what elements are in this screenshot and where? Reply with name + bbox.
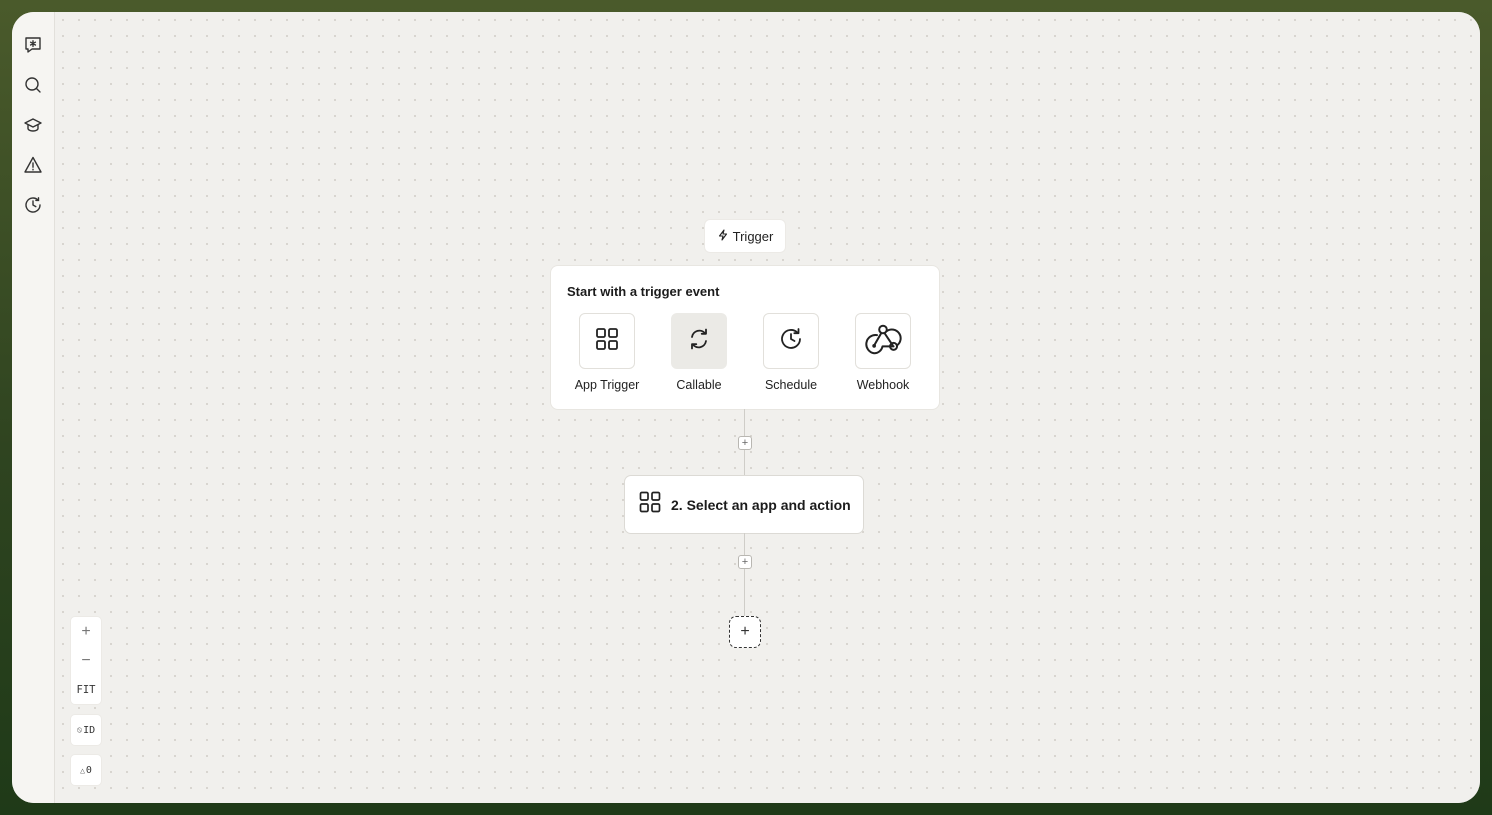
clock-icon [777,325,805,358]
plus-icon: + [741,555,749,568]
ai-chat-button[interactable] [22,36,44,58]
insert-step-button[interactable]: + [738,436,752,450]
warnings-count-button[interactable]: △ 0 [71,755,101,785]
plus-icon: + [81,622,91,640]
zoom-out-button[interactable]: − [71,646,101,675]
app-trigger-tile[interactable] [579,313,635,369]
learn-cap-icon [23,115,43,140]
trigger-option-webhook[interactable]: Webhook [837,313,929,392]
trigger-option-app-trigger[interactable]: App Trigger [561,313,653,392]
action-step-label: 2. Select an app and action [671,496,851,513]
plus-icon: + [740,623,750,640]
search-button[interactable] [22,76,44,98]
webhook-tile[interactable] [855,313,911,369]
zoom-in-button[interactable]: + [71,617,101,646]
history-clock-icon [23,195,43,220]
app-window: Trigger Start with a trigger event App T… [12,12,1480,803]
zoom-controls: + − FIT [71,617,101,704]
trigger-option-label: Callable [676,378,722,392]
callable-tile[interactable] [671,313,727,369]
webhook-icon [864,320,902,363]
trigger-tag: Trigger [705,220,785,252]
minus-icon: − [81,651,91,669]
refresh-icon [685,325,713,358]
warnings-button[interactable] [22,156,44,178]
id-toggle-button[interactable]: ⦸ ID [71,715,101,745]
trigger-option-label: Webhook [856,378,910,392]
fit-view-button[interactable]: FIT [71,675,101,704]
lightning-icon [717,228,729,244]
grid-icon [593,325,621,358]
trigger-card: Start with a trigger event App Trigger C… [551,266,939,409]
warnings-count: 0 [85,764,92,776]
id-toggle-label: ID [83,724,96,736]
action-step-card[interactable]: 2. Select an app and action [625,476,863,533]
schedule-tile[interactable] [763,313,819,369]
plus-icon: + [741,436,749,449]
trigger-option-label: Schedule [764,378,818,392]
trigger-option-label: App Trigger [574,378,640,392]
fit-label: FIT [76,683,96,696]
trigger-option-schedule[interactable]: Schedule [745,313,837,392]
trigger-option-callable[interactable]: Callable [653,313,745,392]
connector-line [744,533,745,616]
add-step-button[interactable]: + [729,616,761,648]
warning-icon: △ [80,765,85,775]
ai-chat-icon [23,35,43,60]
sidebar [12,12,55,803]
trigger-tag-label: Trigger [732,228,774,244]
insert-step-button[interactable]: + [738,555,752,569]
workflow-canvas[interactable]: Trigger Start with a trigger event App T… [55,12,1480,803]
eye-off-icon: ⦸ [76,725,83,734]
history-button[interactable] [22,196,44,218]
trigger-card-title: Start with a trigger event [567,284,720,299]
learn-button[interactable] [22,116,44,138]
search-icon [23,75,43,100]
warning-icon [23,155,43,180]
grid-icon [639,491,671,518]
